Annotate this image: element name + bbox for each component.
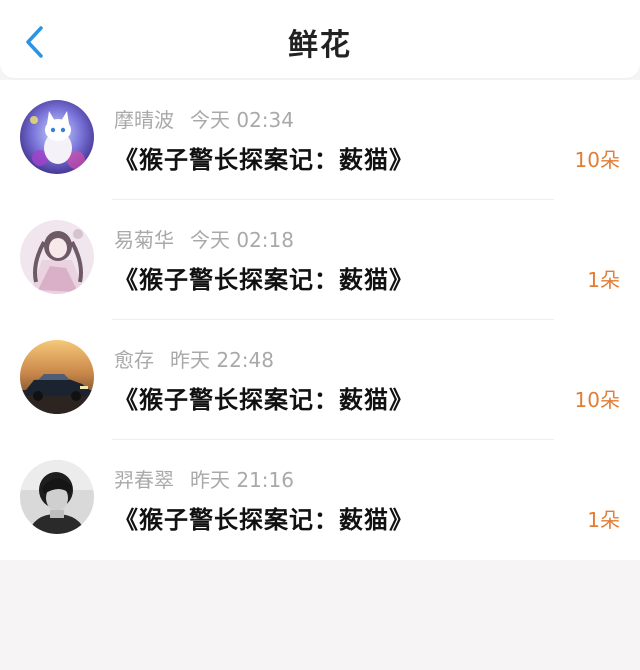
send-time: 昨天 21:16 — [190, 468, 294, 492]
car-avatar[interactable] — [20, 340, 94, 414]
list-item[interactable]: 愈存 昨天 22:48 《猴子警长探案记：薮猫》 10朵 — [0, 320, 640, 440]
sender-name: 易菊华 — [114, 228, 174, 252]
sender-name: 摩晴波 — [114, 108, 174, 132]
flower-count: 10朵 — [574, 388, 620, 412]
flower-count: 1朵 — [587, 508, 620, 532]
anime-girl-avatar[interactable] — [20, 220, 94, 294]
send-time: 今天 02:34 — [190, 108, 294, 132]
list-item[interactable]: 易菊华 今天 02:18 《猴子警长探案记：薮猫》 1朵 — [0, 200, 640, 320]
page-title: 鲜花 — [288, 28, 352, 63]
book-title: 《猴子警长探案记：薮猫》 — [114, 386, 414, 414]
send-time: 昨天 22:48 — [170, 348, 274, 372]
book-title: 《猴子警长探案记：薮猫》 — [114, 146, 414, 174]
white-cat-avatar[interactable] — [20, 100, 94, 174]
sender-meta: 羿春翠 昨天 21:16 — [114, 464, 294, 493]
book-title: 《猴子警长探案记：薮猫》 — [114, 506, 414, 534]
list-item[interactable]: 羿春翠 昨天 21:16 《猴子警长探案记：薮猫》 1朵 — [0, 440, 640, 560]
sender-name: 愈存 — [114, 348, 154, 372]
list-item[interactable]: 摩晴波 今天 02:34 《猴子警长探案记：薮猫》 10朵 — [0, 80, 640, 200]
send-time: 今天 02:18 — [190, 228, 294, 252]
sender-meta: 易菊华 今天 02:18 — [114, 224, 294, 253]
sender-meta: 摩晴波 今天 02:34 — [114, 104, 294, 133]
header-bar: 鲜花 — [0, 0, 640, 78]
sender-meta: 愈存 昨天 22:48 — [114, 344, 274, 373]
book-title: 《猴子警长探案记：薮猫》 — [114, 266, 414, 294]
sender-name: 羿春翠 — [114, 468, 174, 492]
flower-count: 10朵 — [574, 148, 620, 172]
person-avatar[interactable] — [20, 460, 94, 534]
flower-record-list: 摩晴波 今天 02:34 《猴子警长探案记：薮猫》 10朵 易菊华 今天 02:18… — [0, 80, 640, 560]
flower-count: 1朵 — [587, 268, 620, 292]
